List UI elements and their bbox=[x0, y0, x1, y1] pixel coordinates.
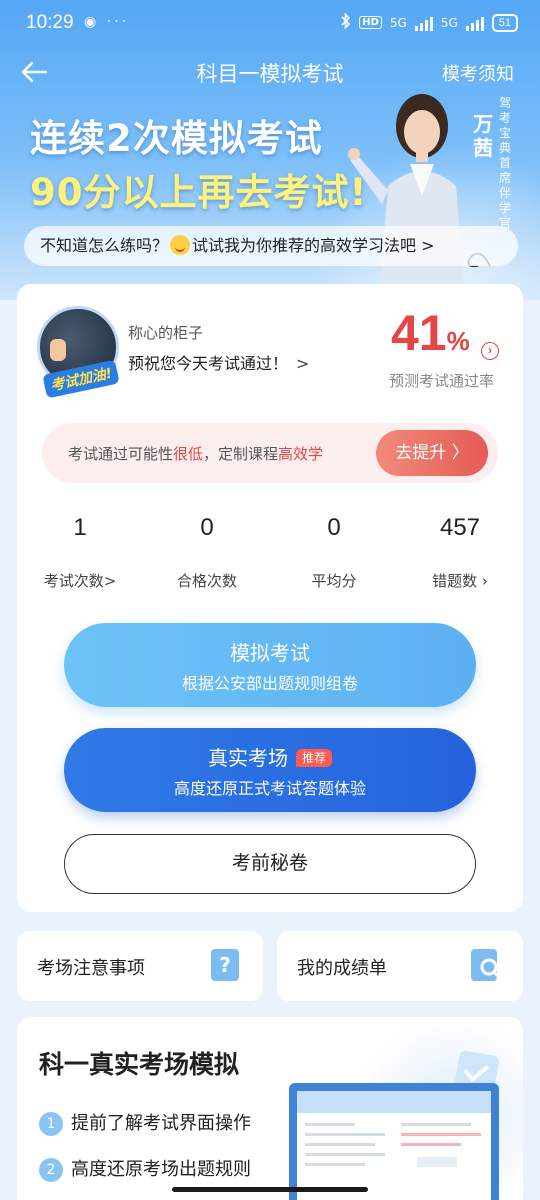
mock-exam-title: 模拟考试 bbox=[230, 641, 310, 665]
recommend-badge: 推荐 bbox=[295, 749, 332, 767]
tip-text-prefix: 不知道怎么练吗？ bbox=[40, 236, 169, 255]
intro-item: 1 提前了解考试界面操作 bbox=[39, 1109, 251, 1136]
mentor-name: 万茜 bbox=[473, 112, 493, 160]
real-exam-title: 真实考场 bbox=[207, 746, 288, 770]
pass-rate-arrow-icon[interactable]: › bbox=[481, 342, 499, 360]
mock-exam-subtitle: 根据公安部出题规则组卷 bbox=[181, 674, 358, 693]
signal-5g-label-2: 5G bbox=[440, 15, 458, 30]
signal-icon bbox=[414, 15, 433, 31]
question-doc-icon: ? bbox=[207, 947, 243, 983]
item-number: 1 bbox=[39, 1112, 63, 1136]
real-exam-subtitle: 高度还原正式考试答题体验 bbox=[173, 779, 366, 798]
chevron-right-icon: > bbox=[296, 354, 310, 373]
avatar-thumbs-up bbox=[50, 339, 66, 361]
exam-screen-illustration bbox=[289, 1083, 499, 1200]
exam-summary-card: 考试加油! 称心的柜子 预祝您今天考试通过！ > 41% › 预测考试通过率 考试… bbox=[17, 284, 523, 912]
status-right-icons: HD 5G 5G 51 bbox=[341, 12, 518, 32]
status-left-icons: ◉ ··· bbox=[84, 14, 130, 30]
item-text: 高度还原考场出题规则 bbox=[71, 1159, 251, 1180]
avatar[interactable]: 考试加油! bbox=[37, 306, 121, 399]
status-bar: 10:29 ◉ ··· HD 5G 5G 51 bbox=[0, 0, 540, 46]
pre-exam-secret-button[interactable]: 考前秘卷 bbox=[64, 834, 476, 894]
stat-value: 1 bbox=[73, 514, 87, 541]
pass-rate-label: 预测考试通过率 bbox=[389, 372, 495, 390]
hd-icon: HD bbox=[359, 16, 382, 29]
stat-value: 457 bbox=[439, 514, 481, 541]
stat-label: 错题数 › bbox=[432, 572, 488, 590]
real-exam-intro-card[interactable]: 科一真实考场模拟 1 提前了解考试界面操作 2 高度还原考场出题规则 bbox=[17, 1017, 523, 1200]
intro-item: 2 高度还原考场出题规则 bbox=[39, 1155, 251, 1182]
slogan-line-1: 连续2次模拟考试 bbox=[30, 117, 323, 160]
mock-exam-button[interactable]: 模拟考试 根据公安部出题规则组卷 bbox=[64, 623, 476, 707]
exam-notes-label: 考场注意事项 bbox=[37, 958, 145, 979]
stat-value: 0 bbox=[200, 514, 214, 541]
improve-text-eff: 高效学 bbox=[278, 445, 324, 463]
avatar-badge: 考试加油! bbox=[42, 359, 121, 399]
improve-banner: 考试通过可能性很低，定制课程高效学 去提升 〉 bbox=[42, 423, 498, 483]
tip-text-link: 试试我为你推荐的高效学习法吧 > bbox=[192, 236, 435, 255]
status-time: 10:29 bbox=[26, 12, 74, 33]
exam-wish-text: 预祝您今天考试通过！ bbox=[128, 354, 289, 373]
my-scores-label: 我的成绩单 bbox=[297, 958, 387, 979]
stat-average-score: 0 平均分 bbox=[271, 514, 397, 591]
smile-icon bbox=[170, 235, 191, 255]
study-tip-banner[interactable]: 不知道怎么练吗？ 试试我为你推荐的高效学习法吧 > bbox=[24, 226, 518, 266]
stats-row: 1 考试次数> 0 合格次数 0 平均分 457 错题数 › bbox=[17, 514, 523, 594]
real-exam-button[interactable]: 真实考场 推荐 高度还原正式考试答题体验 bbox=[64, 728, 476, 812]
exam-wish-link[interactable]: 预祝您今天考试通过！ > bbox=[128, 350, 309, 374]
search-report-icon bbox=[467, 947, 503, 983]
slogan-line-2: 90分以上再去考试! bbox=[30, 171, 368, 214]
stat-label: 合格次数 bbox=[176, 572, 237, 590]
home-indicator bbox=[172, 1187, 368, 1192]
stat-value: 0 bbox=[327, 514, 341, 541]
pass-rate-unit: % bbox=[446, 326, 470, 356]
svg-text:?: ? bbox=[219, 953, 231, 977]
item-number: 2 bbox=[39, 1158, 63, 1182]
battery-icon: 51 bbox=[491, 13, 518, 32]
pass-rate[interactable]: 41% › bbox=[391, 304, 501, 362]
stat-pass-count: 0 合格次数 bbox=[144, 514, 270, 591]
improve-text: 考试通过可能性很低，定制课程高效学 bbox=[68, 443, 323, 464]
stat-label: 考试次数> bbox=[43, 572, 117, 590]
my-scores-tile[interactable]: 我的成绩单 bbox=[277, 931, 523, 1001]
exam-notes-tile[interactable]: 考场注意事项 ? bbox=[17, 931, 263, 1001]
stat-exam-count[interactable]: 1 考试次数> bbox=[17, 514, 143, 591]
improve-text-1: 考试通过可能性 bbox=[68, 445, 174, 463]
stat-label: 平均分 bbox=[311, 572, 357, 590]
intro-heading: 科一真实考场模拟 bbox=[39, 1050, 240, 1079]
exam-notice-link[interactable]: 模考须知 bbox=[442, 60, 514, 86]
improve-text-low: 很低 bbox=[173, 445, 204, 463]
signal-5g-label: 5G bbox=[389, 15, 407, 30]
bluetooth-icon bbox=[341, 12, 351, 32]
improve-text-2: ，定制课程 bbox=[203, 445, 279, 463]
mentor-title: 驾考宝典首席伴学官 bbox=[498, 96, 511, 230]
signal-icon-2 bbox=[465, 15, 484, 31]
pass-rate-value: 41 bbox=[391, 305, 447, 361]
item-text: 提前了解考试界面操作 bbox=[71, 1113, 251, 1134]
improve-button[interactable]: 去提升 〉 bbox=[376, 430, 488, 476]
stat-wrong-count[interactable]: 457 错题数 › bbox=[397, 514, 523, 591]
user-name: 称心的柜子 bbox=[128, 324, 204, 342]
